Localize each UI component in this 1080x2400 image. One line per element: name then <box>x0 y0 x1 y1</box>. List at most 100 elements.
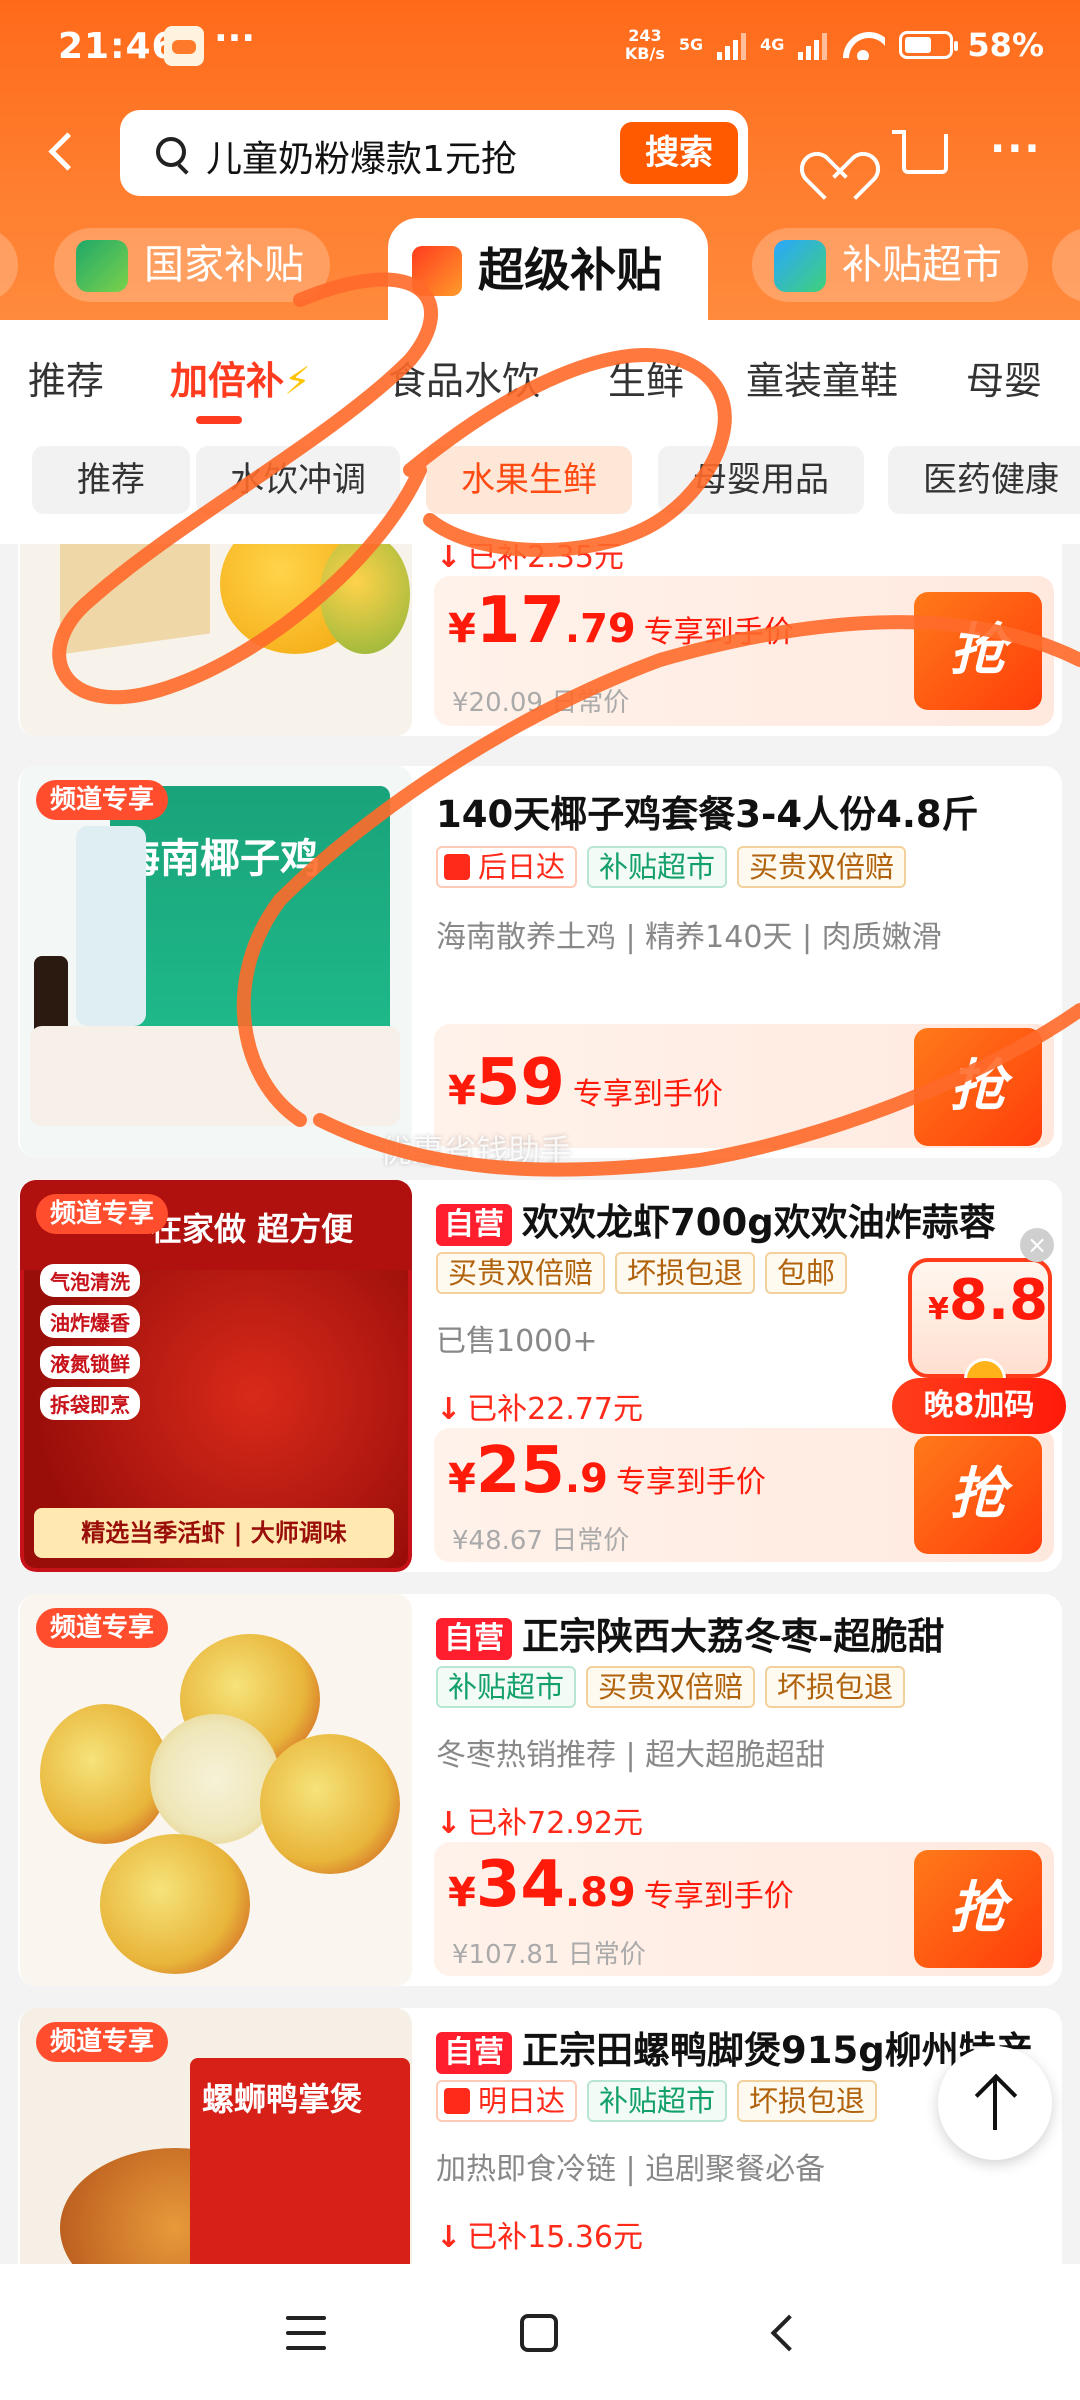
grab-button[interactable]: 抢 <box>914 1850 1042 1968</box>
price: ¥17.79 专享到手价 <box>448 584 794 658</box>
header: 21:46 ··· 243 KB/s 5G 4G 58% 儿童奶粉爆款1元抢 搜… <box>0 0 1080 322</box>
grab-button[interactable]: 抢 <box>914 592 1042 710</box>
product-card[interactable]: 海南椰子鸡 频道专享 140天椰子鸡套餐3-4人份4.8斤 后日达 补贴超市 买… <box>18 766 1062 1158</box>
price: ¥25.9 专享到手价 <box>448 1434 766 1508</box>
subsidy-amount: 已补15.36元 <box>436 2212 643 2256</box>
promo-price: ¥8.8 <box>928 1268 1049 1333</box>
arrow-up-icon <box>972 2074 1018 2132</box>
product-title: 自营 正宗田螺鸭脚煲915g柳州特产 <box>436 2020 1033 2074</box>
sim2-label: 4G <box>760 35 785 54</box>
channel-tabs: 国家补贴 超级补贴 补贴超市 <box>0 218 1080 322</box>
price-box: ¥34.89 专享到手价 ¥107.81 日常价 抢 <box>434 1842 1054 1976</box>
status-icons: 243 KB/s 5G 4G 58% <box>625 26 1044 64</box>
wifi-icon <box>841 30 885 60</box>
subtab-fruit-fresh[interactable]: 水果生鲜 <box>426 446 632 514</box>
product-tags: 明日达 补贴超市 坏损包退 <box>436 2080 878 2122</box>
channel-tab-prev[interactable] <box>0 228 18 302</box>
promo-label[interactable]: 晚8加码 <box>892 1378 1066 1434</box>
search-button[interactable]: 搜索 <box>620 122 738 184</box>
tab-fresh[interactable]: 生鲜 <box>608 350 684 405</box>
price-box: ¥17.79 专享到手价 ¥20.09 日常价 抢 <box>434 576 1054 726</box>
tab-double-subsidy[interactable]: 加倍补⚡ <box>170 350 311 405</box>
product-title: 140天椰子鸡套餐3-4人份4.8斤 <box>436 793 979 836</box>
product-tags: 买贵双倍赔 坏损包退 包邮 <box>436 1252 848 1294</box>
search-icon <box>156 137 186 167</box>
original-price: ¥107.81 日常价 <box>452 1940 646 1970</box>
self-operated-badge: 自营 <box>436 1617 512 1660</box>
product-card[interactable]: 频道专享 自营 正宗陕西大荔冬枣-超脆甜 补贴超市 买贵双倍赔 坏损包退 冬枣热销… <box>18 1594 1062 1986</box>
tab-mother-baby[interactable]: 母婴 <box>966 350 1042 405</box>
sold-count: 已售1000+ <box>436 1324 598 1359</box>
product-card[interactable]: 已补2.35元 ¥17.79专享到手价 ¥20.09 日常价 抢 <box>18 544 1062 736</box>
battery-icon <box>899 31 959 59</box>
product-card[interactable]: 螺蛳鸭掌煲 频道专享 自营 正宗田螺鸭脚煲915g柳州特产 明日达 补贴超市 坏损… <box>18 2008 1062 2264</box>
promo-card[interactable]: ¥8.8 <box>908 1258 1052 1400</box>
self-operated-badge: 自营 <box>436 1203 512 1246</box>
supermarket-icon <box>774 240 826 292</box>
product-image-duck-feet: 螺蛳鸭掌煲 频道专享 <box>20 2008 412 2264</box>
product-image-jujube: 频道专享 <box>20 1594 412 1986</box>
delivery-tag: 后日达 <box>436 846 578 888</box>
home-icon[interactable] <box>520 2314 558 2352</box>
supermarket-tag: 补贴超市 <box>587 846 728 888</box>
status-bar: 21:46 ··· 243 KB/s 5G 4G 58% <box>0 0 1080 100</box>
channel-tab-next[interactable] <box>1052 228 1080 302</box>
more-icon[interactable]: ··· <box>990 126 1042 172</box>
app-notification-icon <box>164 26 204 66</box>
search-row: 儿童奶粉爆款1元抢 搜索 ··· <box>0 104 1080 200</box>
subsidy-amount: 已补2.35元 <box>436 544 624 576</box>
price-box: ¥25.9 专享到手价 ¥48.67 日常价 抢 <box>434 1428 1054 1562</box>
promo-float[interactable]: ¥8.8 晚8加码 × <box>890 1228 1066 1440</box>
self-operated-badge: 自营 <box>436 2031 512 2074</box>
grab-button[interactable]: 抢 <box>914 1436 1042 1554</box>
subsidy-amount: 已补22.77元 <box>436 1384 643 1428</box>
tab-food-drinks[interactable]: 食品水饮 <box>388 350 540 405</box>
battery-level: 58% <box>967 26 1044 64</box>
active-tab-indicator <box>196 416 242 424</box>
subtab-drinks[interactable]: 水饮冲调 <box>196 446 400 514</box>
tab-kids-clothing[interactable]: 童装童鞋 <box>746 350 898 405</box>
channel-tab-super-subsidy[interactable]: 超级补贴 <box>388 218 708 322</box>
search-query: 儿童奶粉爆款1元抢 <box>206 139 517 180</box>
channel-exclusive-badge: 频道专享 <box>36 780 169 820</box>
subsidy-icon <box>412 246 462 296</box>
price: ¥59 专享到手价 <box>448 1046 723 1120</box>
cart-icon[interactable] <box>892 130 948 174</box>
subtab-recommend[interactable]: 推荐 <box>32 446 190 514</box>
price-guarantee-tag: 买贵双倍赔 <box>737 846 907 888</box>
product-desc: 加热即食冷链 | 追剧聚餐必备 <box>436 2152 826 2187</box>
product-tags: 后日达 补贴超市 买贵双倍赔 <box>436 846 907 888</box>
product-title: 自营 正宗陕西大荔冬枣-超脆甜 <box>436 1606 944 1660</box>
channel-tab-subsidy-supermarket[interactable]: 补贴超市 <box>752 228 1028 302</box>
subcategory-tabs: 推荐 水饮冲调 水果生鲜 母婴用品 医药健康 <box>0 434 1080 544</box>
watermark-text: 优惠省钱助手 <box>380 1132 573 1170</box>
category-tabs: 推荐 加倍补⚡ 食品水饮 生鲜 童装童鞋 母婴 <box>0 320 1080 434</box>
channel-exclusive-badge: 频道专享 <box>36 2022 169 2062</box>
bolt-icon: ⚡ <box>284 359 311 403</box>
product-desc: 冬枣热销推荐 | 超大超脆超甜 <box>436 1738 826 1773</box>
favorite-icon[interactable] <box>810 132 858 176</box>
channel-tab-national-subsidy[interactable]: 国家补贴 <box>54 228 330 302</box>
original-price: ¥48.67 日常价 <box>452 1526 630 1556</box>
product-tags: 补贴超市 买贵双倍赔 坏损包退 <box>436 1666 906 1708</box>
product-image-mango <box>20 544 412 736</box>
tab-recommend[interactable]: 推荐 <box>28 350 104 405</box>
back-to-top-button[interactable] <box>938 2046 1052 2160</box>
channel-exclusive-badge: 频道专享 <box>36 1608 169 1648</box>
search-input[interactable]: 儿童奶粉爆款1元抢 搜索 <box>120 110 748 196</box>
status-time: 21:46 <box>58 26 178 67</box>
subtab-health[interactable]: 医药健康 <box>888 446 1080 514</box>
system-nav-bar <box>0 2264 1080 2400</box>
grab-button[interactable]: 抢 <box>914 1028 1042 1146</box>
channel-exclusive-badge: 频道专享 <box>36 1194 169 1234</box>
network-speed: 243 KB/s <box>624 26 665 63</box>
more-notifications-icon: ··· <box>214 18 256 59</box>
original-price: ¥20.09 日常价 <box>452 688 630 718</box>
back-icon[interactable] <box>40 126 84 176</box>
signal-2-icon <box>798 30 828 60</box>
product-image-crayfish: 在家做 超方便 气泡清洗 油炸爆香 液氮锁鲜 拆袋即烹 精选当季活虾 | 大师调… <box>20 1180 412 1572</box>
nav-back-icon[interactable] <box>766 2316 800 2350</box>
recent-apps-icon[interactable] <box>286 2316 326 2350</box>
close-icon[interactable]: × <box>1020 1228 1054 1262</box>
subtab-mother-baby[interactable]: 母婴用品 <box>658 446 864 514</box>
